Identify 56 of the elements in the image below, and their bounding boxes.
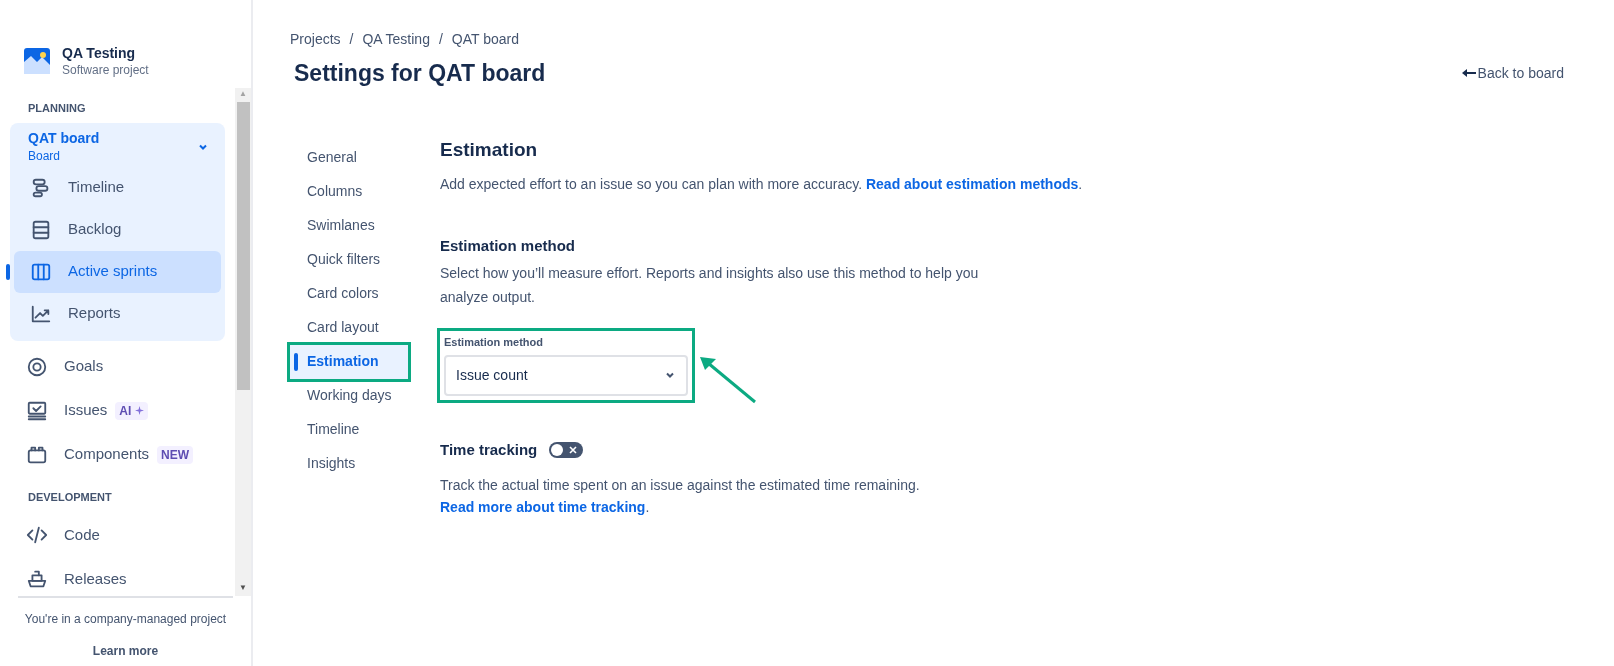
field-label: Estimation method (444, 334, 544, 349)
sidebar-item[interactable]: Code (10, 514, 225, 556)
target-icon (26, 355, 48, 378)
sidebar-item[interactable]: Reports (14, 292, 221, 335)
sidebar-item[interactable]: Backlog (14, 208, 221, 251)
code-icon (26, 524, 48, 546)
scroll-down-arrow[interactable]: ▼ (239, 582, 247, 596)
breadcrumb-link[interactable]: QA Testing (362, 28, 430, 50)
settings-nav-item[interactable]: Quick filters (290, 242, 408, 277)
section-heading: PLANNING (27, 101, 87, 116)
settings-nav-item[interactable]: Estimation (290, 344, 408, 379)
breadcrumb-link[interactable]: Projects (290, 28, 341, 50)
board-selector[interactable]: QAT board Board (14, 122, 221, 167)
breadcrumb-separator: / (349, 29, 354, 49)
subsection-heading: Time tracking (440, 440, 538, 460)
settings-nav-item[interactable]: Swimlanes (290, 208, 408, 243)
learn-more-link[interactable]: Learn more (92, 642, 159, 660)
footer-note: You're in a company-managed project (24, 611, 227, 628)
settings-nav-item[interactable]: Insights (290, 446, 408, 481)
scrollbar[interactable]: ▲ ▼ (235, 88, 251, 596)
section-title: Estimation (440, 137, 539, 162)
sidebar-item[interactable]: Active sprints (14, 250, 221, 293)
time-tracking-link-line: Read more about time tracking. (440, 497, 650, 517)
selection-indicator (6, 263, 10, 280)
settings-nav-item[interactable]: General (290, 140, 408, 175)
backlog-icon (30, 218, 52, 241)
time-tracking-description: Track the actual time spent on an issue against the estimated time remaining. (440, 475, 921, 495)
ship-icon (26, 568, 48, 590)
subsection-description: Select how you’ll measure effort. Reports and insights also use this method to help you analyze output. (440, 264, 980, 307)
page-title: Settings for QAT board (293, 59, 546, 88)
section-description: Add expected effort to an issue so you can plan with more accuracy. Read about estimation methods. (440, 174, 1083, 194)
sidebar-item[interactable]: Issues AI (10, 389, 225, 432)
sidebar-item[interactable]: Timeline (14, 166, 221, 209)
subsection-heading: Estimation method (440, 235, 576, 256)
project-logo-icon (24, 47, 50, 74)
settings-nav-item[interactable]: Card layout (290, 310, 408, 345)
monitor-check-icon (26, 399, 48, 422)
breadcrumb-separator: / (438, 29, 443, 49)
back-to-board-link[interactable]: Back to board (1461, 62, 1564, 84)
settings-nav-item[interactable]: Card colors (290, 276, 408, 311)
section-heading: DEVELOPMENT (27, 489, 113, 505)
settings-nav-item[interactable]: Timeline (290, 412, 408, 447)
ai-badge: AI (115, 401, 149, 420)
new-badge: NEW (157, 445, 194, 464)
project-name: QA Testing (62, 43, 137, 62)
settings-nav-item[interactable]: Working days (290, 378, 408, 413)
settings-nav-item[interactable]: Columns (290, 174, 408, 209)
estimation-method-select[interactable]: Issue count (444, 354, 688, 396)
breadcrumb-link[interactable]: QAT board (451, 28, 519, 50)
arrow-left-icon (1461, 68, 1476, 79)
time-tracking-toggle[interactable] (549, 442, 584, 459)
sidebar-item[interactable]: Releases (10, 558, 225, 596)
sidebar-item[interactable]: Goals (10, 345, 225, 388)
project-type: Software project (62, 61, 149, 78)
sidebar-item[interactable]: Components NEW (10, 433, 225, 476)
annotation-arrow (698, 355, 758, 405)
